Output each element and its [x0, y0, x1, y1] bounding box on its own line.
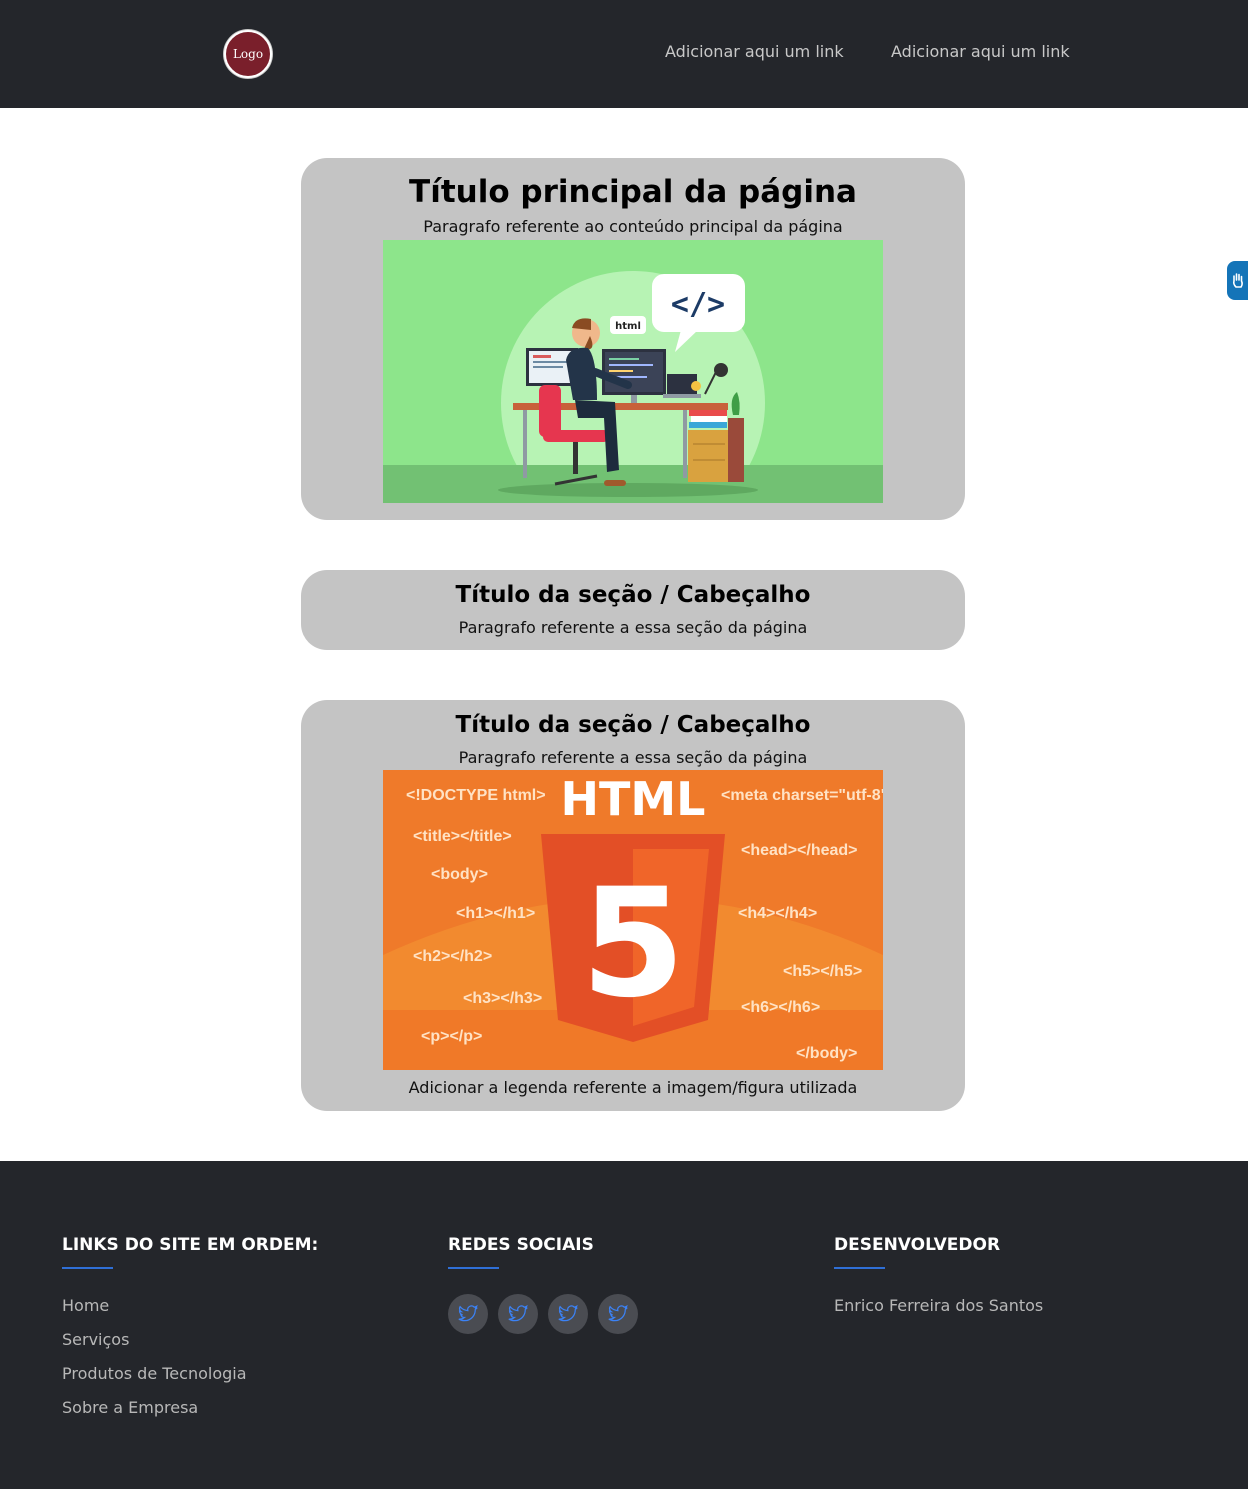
hero-paragraph: Paragrafo referente ao conteúdo principa… [423, 217, 843, 236]
footer-developer-title: DESENVOLVEDOR [834, 1235, 1001, 1255]
section-title: Título da seção / Cabeçalho [455, 582, 811, 608]
accessibility-hand-icon[interactable] [1227, 261, 1248, 300]
title-underline [62, 1267, 113, 1269]
tag-label: <h1></h1> [456, 905, 535, 922]
section-paragraph: Paragrafo referente a essa seção da pági… [458, 618, 808, 637]
tag-label: <h6></h6> [741, 999, 820, 1016]
html5-number: 5 [581, 857, 685, 1031]
footer-social-column: REDES SOCIAIS [448, 1235, 638, 1334]
nav-link-1[interactable]: Adicionar aqui um link [665, 42, 844, 61]
tag-label: <head></head> [741, 842, 858, 859]
twitter-icon[interactable] [498, 1294, 538, 1334]
footer-link-home[interactable]: Home [62, 1296, 318, 1330]
site-header: Logo Adicionar aqui um link Adicionar aq… [0, 0, 1248, 108]
tag-label: <body> [431, 866, 488, 883]
tag-label: <p></p> [421, 1028, 482, 1045]
tag-label: <h5></h5> [783, 963, 862, 980]
section-title: Título da seção / Cabeçalho [455, 712, 811, 738]
site-footer: LINKS DO SITE EM ORDEM: Home Serviços Pr… [0, 1161, 1248, 1489]
tag-label: <h3></h3> [463, 990, 542, 1007]
tag-label: <title></title> [413, 828, 512, 845]
logo[interactable]: Logo [224, 30, 272, 78]
twitter-icon[interactable] [548, 1294, 588, 1334]
twitter-icon[interactable] [448, 1294, 488, 1334]
tag-label: <h4></h4> [738, 905, 817, 922]
footer-link-sobre[interactable]: Sobre a Empresa [62, 1398, 318, 1432]
developer-name: Enrico Ferreira dos Santos [834, 1296, 1044, 1315]
section-card-2: Título da seção / Cabeçalho Paragrafo re… [301, 700, 965, 1111]
hero-card: Título principal da página Paragrafo ref… [301, 158, 965, 520]
tag-label: <meta charset="utf-8"> [721, 787, 883, 804]
logo-text: Logo [232, 47, 264, 61]
footer-link-produtos[interactable]: Produtos de Tecnologia [62, 1364, 318, 1398]
html-bubble-text: html [615, 321, 641, 332]
title-underline [448, 1267, 499, 1269]
page-title: Título principal da página [409, 174, 857, 210]
footer-social-title: REDES SOCIAIS [448, 1235, 594, 1255]
section-paragraph: Paragrafo referente a essa seção da pági… [458, 748, 808, 767]
tag-label: <h2></h2> [413, 948, 492, 965]
footer-links-title: LINKS DO SITE EM ORDEM: [62, 1235, 319, 1255]
footer-developer-column: DESENVOLVEDOR Enrico Ferreira dos Santos [834, 1235, 1043, 1315]
tag-label: </body> [796, 1045, 857, 1062]
developer-illustration: </> html [383, 240, 883, 503]
html-heading: HTML [561, 772, 706, 826]
figure-caption: Adicionar a legenda referente a imagem/f… [408, 1078, 858, 1097]
twitter-icon[interactable] [598, 1294, 638, 1334]
nav-link-2[interactable]: Adicionar aqui um link [891, 42, 1070, 61]
code-bubble-text: </> [671, 287, 725, 322]
footer-link-servicos[interactable]: Serviços [62, 1330, 318, 1364]
title-underline [834, 1267, 885, 1269]
footer-links-column: LINKS DO SITE EM ORDEM: Home Serviços Pr… [62, 1235, 318, 1432]
html5-figure: HTML 5 <!DOCTYPE html> <meta charset="ut… [383, 770, 883, 1070]
section-card-1: Título da seção / Cabeçalho Paragrafo re… [301, 570, 965, 650]
tag-label: <!DOCTYPE html> [406, 787, 546, 804]
